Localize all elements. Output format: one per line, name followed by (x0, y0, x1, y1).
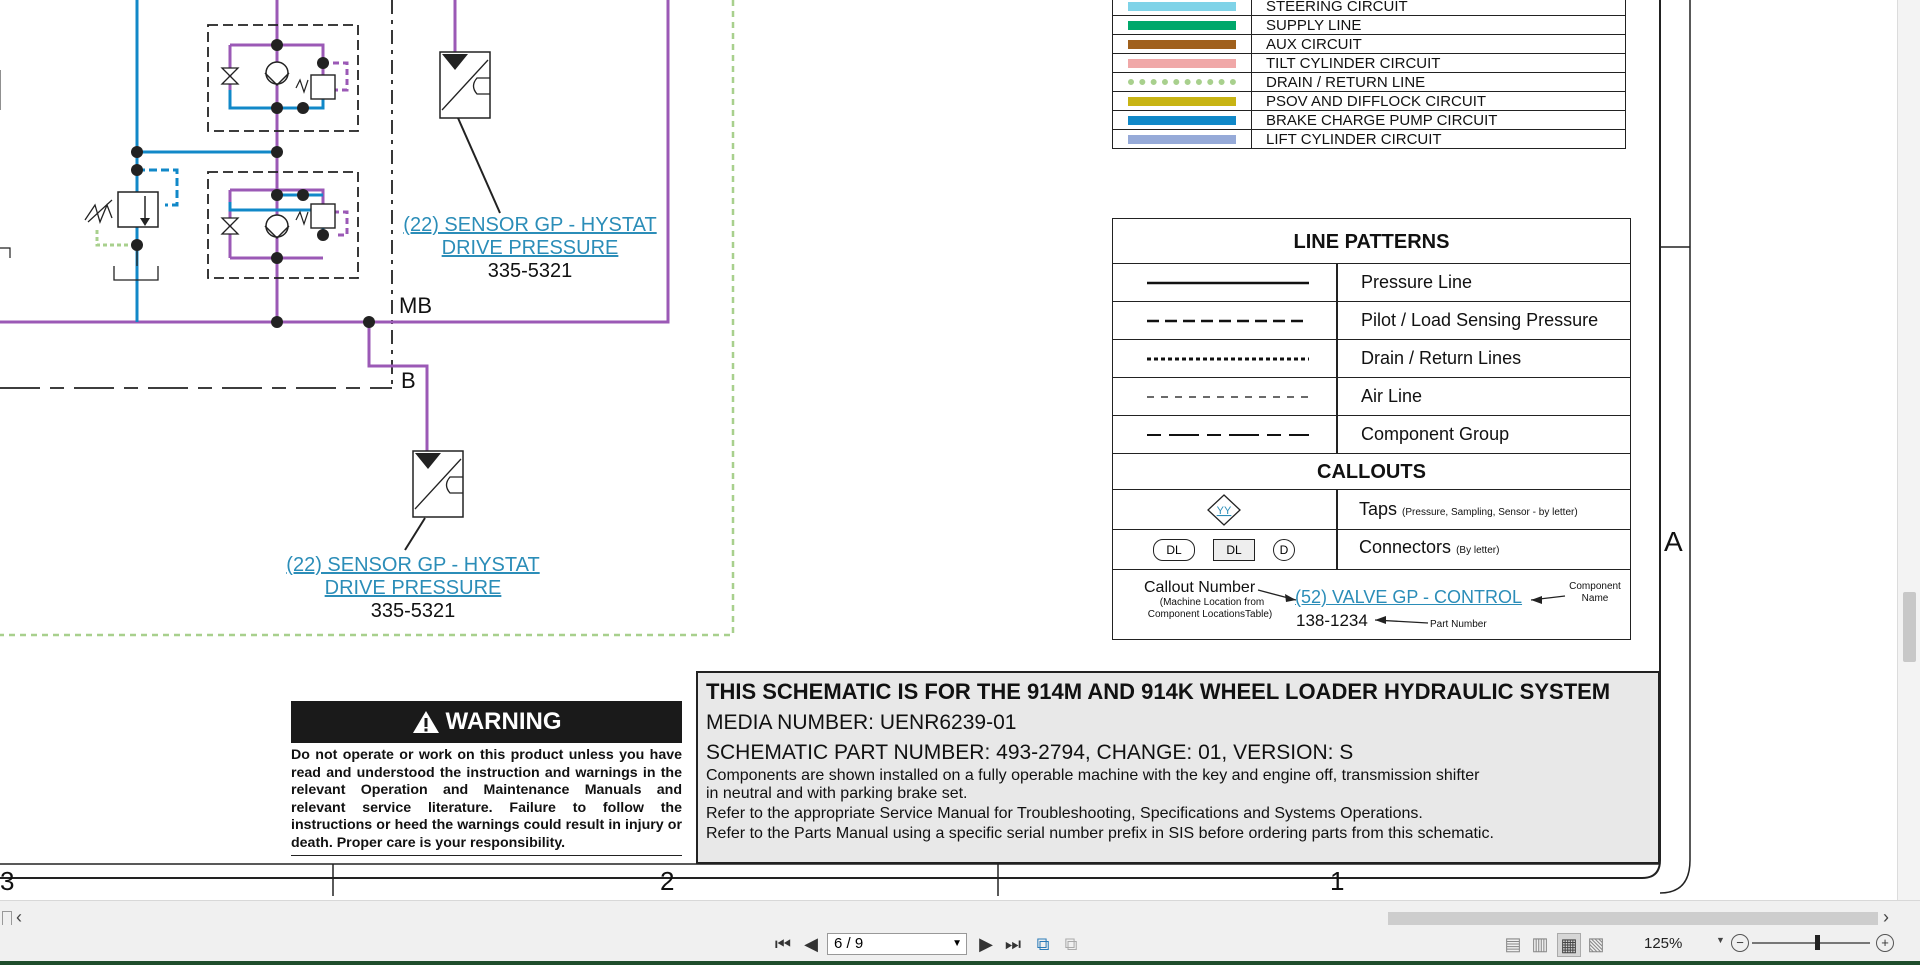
page-number-value: 6 / 9 (834, 935, 864, 952)
sensor-link-line1[interactable]: (22) SENSOR GP - HYSTAT (395, 214, 665, 237)
legend-swatch (1128, 39, 1236, 49)
legend-row: AUX CIRCUIT (1112, 34, 1626, 54)
zoom-dropdown-icon[interactable]: ▼ (1716, 935, 1725, 945)
port-label-mb: MB (399, 293, 432, 318)
legend-swatch (1128, 134, 1236, 144)
chevron-down-icon: ▼ (952, 938, 962, 949)
legend-label: LIFT CYLINDER CIRCUIT (1251, 129, 1626, 149)
callout-arrows (1257, 589, 1566, 624)
first-page-icon[interactable]: ⏮ (772, 933, 794, 955)
sensor-part-number: 335-5321 (487, 260, 573, 282)
legend-row: SUPPLY LINE (1112, 15, 1626, 35)
warning-header: WARNING (291, 701, 682, 743)
legend-label: DRAIN / RETURN LINE (1251, 72, 1626, 92)
horizontal-scroll-thumb[interactable] (1388, 912, 1878, 926)
vertical-scroll-thumb[interactable] (1903, 592, 1916, 662)
legend-row: LIFT CYLINDER CIRCUIT (1112, 129, 1626, 149)
legend-label: SUPPLY LINE (1251, 15, 1626, 35)
legend-swatch-cell (1112, 72, 1252, 92)
two-page-view-icon[interactable]: ▦ (1557, 933, 1581, 957)
media-number: MEDIA NUMBER: UENR6239-01 (706, 711, 1017, 734)
legend-swatch-cell (1112, 0, 1252, 16)
legend-swatch-cell (1112, 110, 1252, 130)
zoom-slider-track[interactable] (1752, 942, 1870, 944)
schematic-part-number: SCHEMATIC PART NUMBER: 493-2794, CHANGE:… (706, 741, 1354, 764)
page-number-select[interactable]: 6 / 9 ▼ (827, 933, 967, 955)
zone-letter: A (1664, 526, 1683, 557)
legend-row: STEERING CIRCUIT (1112, 0, 1626, 16)
sensor-link-line1[interactable]: (22) SENSOR GP - HYSTAT (278, 554, 548, 577)
sensor-link-line2[interactable]: DRIVE PRESSURE (395, 237, 665, 260)
viewer-toolbar: ⏮ ◀ 6 / 9 ▼ ▶ ⏭ ⧉ ⧉ ▤ ▥ ▦ ▧ 125% ▼ − + (0, 925, 1920, 965)
note-line-2: in neutral and with parking brake set. (706, 785, 968, 802)
title-block: THIS SCHEMATIC IS FOR THE 914M AND 914K … (696, 671, 1660, 864)
taskbar-strip (0, 961, 1920, 965)
continuous-view-icon[interactable]: ▥ (1530, 933, 1550, 955)
port-label-b: B (401, 368, 416, 393)
zoom-out-icon[interactable]: − (1731, 934, 1749, 952)
zoom-level[interactable]: 125% (1644, 935, 1682, 952)
title-heading: THIS SCHEMATIC IS FOR THE 914M AND 914K … (706, 679, 1611, 704)
column-number: 2 (660, 866, 675, 896)
legend-swatch (1128, 96, 1236, 106)
single-page-view-icon[interactable]: ▤ (1503, 933, 1523, 955)
legend-label: AUX CIRCUIT (1251, 34, 1626, 54)
next-page-icon[interactable]: ▶ (975, 933, 997, 955)
zoom-in-icon[interactable]: + (1876, 934, 1894, 952)
two-page-continuous-icon[interactable]: ▧ (1586, 933, 1606, 955)
legend-swatch-cell (1112, 91, 1252, 111)
legend-swatch (1128, 1, 1236, 11)
copy-page-icon[interactable]: ⧉ (1032, 933, 1054, 955)
sensor-callout-1: (22) SENSOR GP - HYSTAT DRIVE PRESSURE 3… (395, 214, 665, 283)
column-number: 3 (0, 866, 15, 896)
warning-text: Do not operate or work on this product u… (291, 747, 682, 856)
legend-swatch (1128, 79, 1236, 85)
legend-swatch (1128, 58, 1236, 68)
line-patterns-legend: LINE PATTERNS Pressure Line Pilot / Load … (1112, 218, 1631, 640)
note-line-1: Components are shown installed on a full… (706, 767, 1480, 784)
legend-row: TILT CYLINDER CIRCUIT (1112, 53, 1626, 73)
legend-swatch-cell (1112, 15, 1252, 35)
legend-swatch (1128, 115, 1236, 125)
note-line-3: Refer to the appropriate Service Manual … (706, 805, 1423, 822)
legend-row: BRAKE CHARGE PUMP CIRCUIT (1112, 110, 1626, 130)
legend-row: DRAIN / RETURN LINE (1112, 72, 1626, 92)
zoom-slider-handle[interactable] (1815, 935, 1820, 950)
legend-label: BRAKE CHARGE PUMP CIRCUIT (1251, 110, 1626, 130)
vertical-scrollbar[interactable] (1897, 0, 1920, 900)
legend-swatch (1128, 20, 1236, 30)
warning-triangle-icon (412, 711, 439, 733)
paste-page-icon[interactable]: ⧉ (1060, 933, 1082, 955)
sensor-part-number: 335-5321 (370, 600, 456, 622)
sensor-callout-2: (22) SENSOR GP - HYSTAT DRIVE PRESSURE 3… (278, 554, 548, 623)
legend-swatch-cell (1112, 129, 1252, 149)
legend-label: PSOV AND DIFFLOCK CIRCUIT (1251, 91, 1626, 111)
prev-page-icon[interactable]: ◀ (800, 933, 822, 955)
document-viewport[interactable]: (22) SENSOR GP - HYSTAT DRIVE PRESSURE 3… (0, 0, 1897, 900)
warning-box: WARNING Do not operate or work on this p… (291, 701, 682, 856)
note-line-4: Refer to the Parts Manual using a specif… (706, 825, 1494, 842)
legend-row: PSOV AND DIFFLOCK CIRCUIT (1112, 91, 1626, 111)
column-number: 1 (1330, 866, 1345, 896)
warning-title: WARNING (445, 708, 562, 735)
legend-swatch-cell (1112, 53, 1252, 73)
last-page-icon[interactable]: ⏭ (1002, 933, 1024, 955)
sensor-link-line2[interactable]: DRIVE PRESSURE (278, 577, 548, 600)
legend-label: STEERING CIRCUIT (1251, 0, 1626, 16)
circuit-legend: STEERING CIRCUIT SUPPLY LINE AUX CIRCUIT TI… (1112, 0, 1626, 149)
legend-label: TILT CYLINDER CIRCUIT (1251, 53, 1626, 73)
legend-swatch-cell (1112, 34, 1252, 54)
